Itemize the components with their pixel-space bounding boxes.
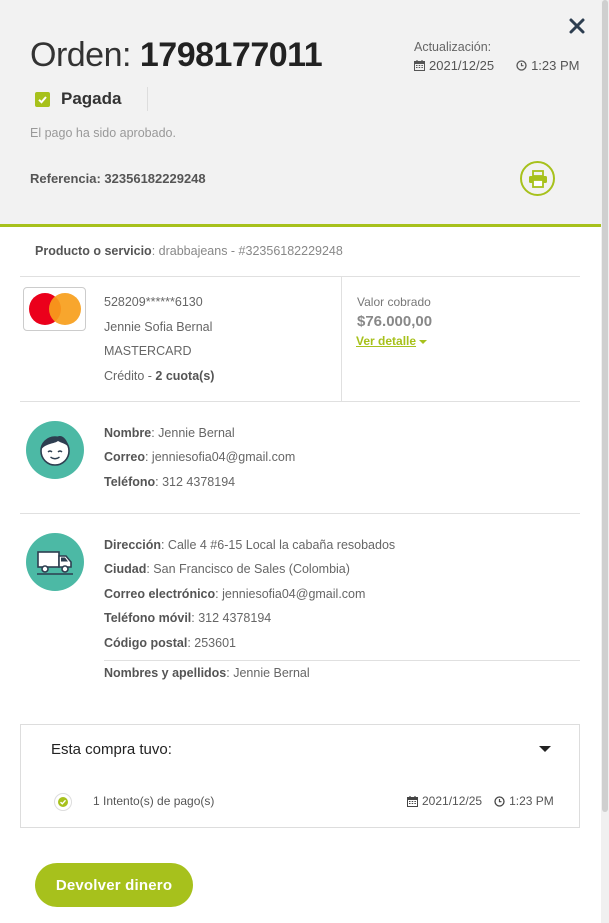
clock-icon: [494, 795, 505, 807]
summary-title-colon: :: [167, 741, 172, 758]
amount-value: $76.000,00: [357, 313, 433, 330]
mastercard-logo: [23, 287, 86, 331]
shipping-address: Dirección: Calle 4 #6-15 Local la cabaña…: [104, 538, 395, 552]
customer-name-value: : Jennie Bernal: [151, 426, 235, 440]
card-type: Crédito - 2 cuota(s): [104, 369, 214, 383]
attempt-status-icon: [54, 793, 72, 811]
shipping-city-value: : San Francisco de Sales (Colombia): [146, 562, 350, 576]
shipping-city-label: Ciudad: [104, 562, 147, 576]
customer-email-label: Correo: [104, 450, 145, 464]
attempt-date: 2021/12/25: [422, 794, 483, 808]
customer-name: Nombre: Jennie Bernal: [104, 426, 235, 440]
customer-email-value: : jenniesofia04@gmail.com: [144, 450, 296, 464]
customer-email: Correo: jenniesofia04@gmail.com: [104, 450, 295, 464]
customer-phone-label: Teléfono: [104, 475, 156, 489]
shipping-postal: Código postal: 253601: [104, 636, 236, 650]
view-detail-label[interactable]: Ver detalle: [356, 334, 416, 348]
product-line: Producto o servicio: drabbajeans - #3235…: [35, 244, 343, 258]
shipping-fullname-value: : Jennie Bernal: [226, 666, 310, 680]
divider: [20, 513, 580, 514]
update-date: 2021/12/25: [429, 58, 495, 73]
purchase-summary-panel: Esta compra tuvo: 1 Intento(s) de pago(s…: [20, 724, 580, 828]
clock-icon: [516, 60, 527, 71]
card-installments: 2 cuota(s): [155, 369, 215, 383]
close-icon[interactable]: [567, 16, 587, 36]
payment-attempts: 1 Intento(s) de pago(s): [93, 794, 215, 808]
shipping-mobile-label: Teléfono móvil: [104, 611, 192, 625]
payment-reference: Referencia: 32356182229248: [30, 171, 206, 186]
shipping-mobile: Teléfono móvil: 312 4378194: [104, 611, 271, 625]
refund-button[interactable]: Devolver dinero: [35, 863, 193, 907]
shipping-avatar: [26, 533, 84, 591]
printer-icon[interactable]: [528, 169, 548, 188]
shipping-fullname: Nombres y apellidos: Jennie Bernal: [104, 666, 310, 680]
close-button[interactable]: [567, 16, 587, 36]
divider: [20, 276, 580, 277]
order-header: [0, 0, 601, 224]
update-datetime: 2021/12/25 1:23 PM: [414, 58, 580, 73]
card-brand: MASTERCARD: [104, 344, 192, 358]
customer-avatar: [26, 421, 84, 479]
shipping-email-value: : jenniesofia04@gmail.com: [215, 587, 366, 601]
shipping-mobile-value: : 312 4378194: [191, 611, 272, 625]
shipping-city: Ciudad: San Francisco de Sales (Colombia…: [104, 562, 350, 576]
shipping-postal-label: Código postal: [104, 636, 188, 650]
update-time: 1:23 PM: [531, 58, 580, 73]
divider: [341, 277, 342, 401]
order-number: 1798177011: [139, 36, 323, 74]
product-value: : drabbajeans - #32356182229248: [151, 244, 343, 258]
attempt-time: 1:23 PM: [509, 794, 554, 808]
check-icon: [35, 91, 50, 107]
status-message: El pago ha sido aprobado.: [30, 126, 176, 140]
summary-title: Esta compra tuvo:: [51, 741, 172, 758]
user-face-icon: [40, 436, 70, 466]
shipping-postal-value: : 253601: [187, 636, 236, 650]
attempt-datetime: 2021/12/25 1:23 PM: [407, 794, 554, 808]
amount-label: Valor cobrado: [357, 295, 431, 309]
expand-caret-icon[interactable]: [539, 746, 551, 752]
shipping-email: Correo electrónico: jenniesofia04@gmail.…: [104, 587, 365, 601]
summary-title-text: Esta compra tuvo: [51, 741, 168, 758]
scrollbar[interactable]: [601, 0, 609, 923]
divider: [104, 660, 580, 661]
product-label: Producto o servicio: [35, 244, 152, 258]
card-type-prefix: Crédito -: [104, 369, 156, 383]
customer-phone-value: : 312 4378194: [155, 475, 236, 489]
status-label: Pagada: [61, 89, 122, 108]
status-divider: [147, 87, 148, 111]
scrollbar-thumb[interactable]: [602, 0, 608, 812]
card-number: 528209******6130: [104, 295, 203, 309]
header-accent-divider: [0, 224, 601, 227]
delivery-truck-icon: [37, 551, 73, 575]
card-holder: Jennie Sofia Bernal: [104, 320, 213, 334]
shipping-address-value: : Calle 4 #6-15 Local la cabaña resobado…: [160, 538, 396, 552]
shipping-email-label: Correo electrónico: [104, 587, 216, 601]
customer-name-label: Nombre: [104, 426, 152, 440]
customer-phone: Teléfono: 312 4378194: [104, 475, 235, 489]
update-label: Actualización:: [414, 40, 492, 54]
order-title-prefix: Orden:: [30, 36, 140, 74]
payment-status: Pagada: [35, 89, 121, 109]
caret-down-icon[interactable]: [419, 339, 428, 344]
calendar-icon: [407, 795, 418, 807]
view-detail-link[interactable]: Ver detalle: [356, 334, 428, 348]
shipping-address-label: Dirección: [104, 538, 161, 552]
print-button[interactable]: [520, 161, 555, 196]
shipping-fullname-label: Nombres y apellidos: [104, 666, 227, 680]
calendar-icon: [414, 60, 425, 71]
divider: [20, 401, 580, 402]
order-title: Orden: 1798177011: [30, 36, 323, 75]
